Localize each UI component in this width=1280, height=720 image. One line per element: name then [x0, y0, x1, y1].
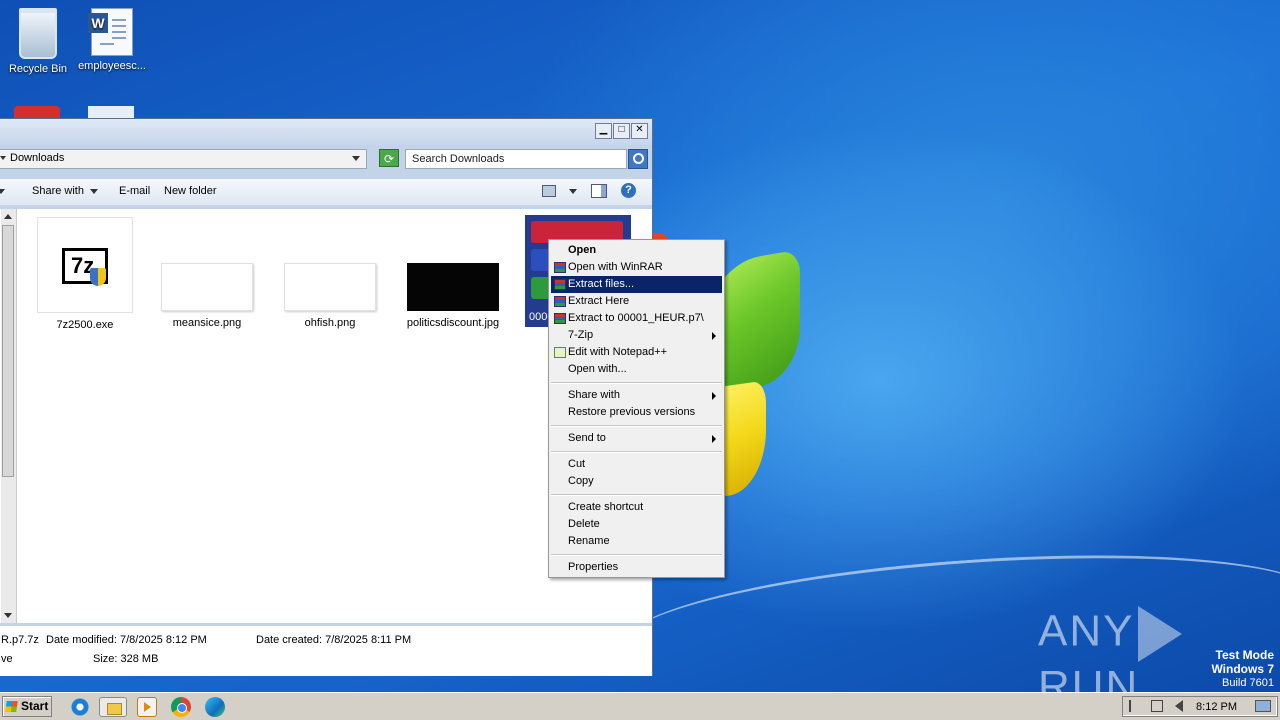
file-item-ohfish[interactable]: ohfish.png	[280, 217, 380, 329]
internet-explorer-icon[interactable]	[70, 697, 90, 717]
file-name: meansice.png	[172, 317, 242, 329]
menu-item-rename[interactable]: Rename	[551, 533, 722, 550]
help-icon[interactable]: ?	[621, 183, 636, 198]
menu-separator	[551, 425, 722, 427]
winrar-icon	[554, 262, 566, 273]
preview-pane-icon[interactable]	[591, 184, 607, 198]
menu-item-properties[interactable]: Properties	[551, 559, 722, 576]
desktop-icon-label: Recycle Bin	[8, 63, 68, 75]
clock[interactable]: 8:12 PM	[1196, 701, 1237, 713]
breadcrumb-downloads[interactable]: Downloads	[10, 152, 64, 164]
scroll-down-icon[interactable]	[4, 613, 12, 618]
chrome-icon[interactable]	[171, 697, 191, 717]
search-icon[interactable]	[628, 149, 648, 169]
share-with-button[interactable]: Share with	[32, 185, 98, 197]
menu-item-delete[interactable]: Delete	[551, 516, 722, 533]
menu-item-share-with[interactable]: Share with	[551, 387, 722, 404]
file-name: politicsdiscount.jpg	[406, 317, 500, 329]
menu-separator	[551, 554, 722, 556]
menu-separator	[551, 451, 722, 453]
menu-item-7zip[interactable]: 7-Zip	[551, 327, 722, 344]
submenu-arrow-icon	[712, 392, 716, 400]
menu-item-cut[interactable]: Cut	[551, 456, 722, 473]
menu-item-copy[interactable]: Copy	[551, 473, 722, 490]
folder-icon	[107, 703, 122, 715]
image-thumbnail	[284, 263, 376, 311]
image-thumbnail	[407, 263, 499, 311]
menu-item-extract-here[interactable]: Extract Here	[551, 293, 722, 310]
details-date-modified: Date modified: 7/8/2025 8:12 PM	[46, 634, 207, 646]
maximize-button[interactable]: □	[613, 123, 630, 139]
action-center-flag-icon[interactable]	[1129, 700, 1143, 712]
menu-item-open[interactable]: Open	[551, 242, 722, 259]
recycle-bin-icon	[19, 8, 57, 59]
show-desktop-icon[interactable]	[1255, 700, 1271, 712]
close-button[interactable]: ✕	[631, 123, 648, 139]
address-bar[interactable]: Downloads	[0, 149, 367, 169]
network-icon[interactable]	[1151, 700, 1163, 712]
winrar-icon	[554, 296, 566, 307]
organize-dropdown-arrow[interactable]	[0, 185, 5, 197]
winrar-icon	[554, 279, 566, 290]
address-bar-row: Downloads ⟳ Search Downloads	[0, 147, 652, 173]
menu-item-open-with[interactable]: Open with...	[551, 361, 722, 378]
menu-separator	[551, 382, 722, 384]
edge-icon[interactable]	[205, 697, 225, 717]
start-button[interactable]: Start	[2, 696, 52, 717]
scrollbar-thumb[interactable]	[2, 225, 14, 477]
menu-item-open-with-winrar[interactable]: Open with WinRAR	[551, 259, 722, 276]
file-name: ohfish.png	[304, 317, 356, 329]
file-item-politicsdiscount[interactable]: politicsdiscount.jpg	[403, 217, 503, 329]
address-dropdown-icon[interactable]	[352, 156, 360, 161]
breadcrumb-arrow-icon	[0, 156, 6, 160]
menu-item-edit-notepad[interactable]: Edit with Notepad++	[551, 344, 722, 361]
file-name: 7z2500.exe	[56, 319, 114, 331]
desktop-icon-label: employeesc...	[78, 60, 146, 72]
menu-item-extract-files[interactable]: Extract files...	[551, 276, 722, 293]
scroll-up-icon[interactable]	[4, 214, 12, 219]
word-document-icon: W	[88, 8, 133, 56]
view-dropdown-icon[interactable]	[569, 189, 577, 194]
details-file-type: ve	[1, 653, 13, 665]
desktop-icon-recycle-bin[interactable]: Recycle Bin	[0, 8, 76, 75]
menu-item-create-shortcut[interactable]: Create shortcut	[551, 499, 722, 516]
refresh-button[interactable]: ⟳	[379, 149, 399, 167]
details-file-name: R.p7.7z	[1, 634, 39, 646]
test-mode-notice: Test Mode Windows 7 Build 7601	[1211, 648, 1274, 689]
window-titlebar[interactable]	[0, 119, 652, 145]
submenu-arrow-icon	[712, 332, 716, 340]
explorer-taskbar-button[interactable]	[99, 697, 127, 717]
new-folder-button[interactable]: New folder	[164, 185, 217, 197]
volume-icon[interactable]	[1175, 700, 1187, 712]
file-item-7z2500[interactable]: 7z 7z2500.exe	[35, 217, 135, 331]
image-thumbnail	[161, 263, 253, 311]
context-menu: Open Open with WinRAR Extract files... E…	[548, 239, 725, 578]
winrar-icon	[554, 313, 566, 324]
menu-item-send-to[interactable]: Send to	[551, 430, 722, 447]
email-button[interactable]: E-mail	[119, 185, 150, 197]
menu-separator	[551, 494, 722, 496]
desktop-icon-word-document[interactable]: W employeesc...	[74, 8, 150, 72]
system-tray: 8:12 PM	[1122, 696, 1278, 717]
details-size: Size: 328 MB	[93, 653, 159, 665]
details-pane: R.p7.7z Date modified: 7/8/2025 8:12 PM …	[0, 625, 652, 676]
file-item-meansice[interactable]: meansice.png	[157, 217, 257, 329]
submenu-arrow-icon	[712, 435, 716, 443]
media-player-icon[interactable]	[137, 697, 157, 717]
menu-item-extract-to[interactable]: Extract to 00001_HEUR.p7\	[551, 310, 722, 327]
menu-item-restore-previous[interactable]: Restore previous versions	[551, 404, 722, 421]
7zip-installer-icon: 7z	[37, 217, 133, 313]
notepad-plus-plus-icon	[554, 347, 566, 358]
search-input[interactable]: Search Downloads	[405, 149, 627, 169]
minimize-button[interactable]: ▁	[595, 123, 612, 139]
command-bar: Share with E-mail New folder ?	[0, 179, 652, 205]
details-date-created: Date created: 7/8/2025 8:11 PM	[256, 634, 412, 646]
taskbar: Start 8:12 PM	[0, 692, 1280, 720]
change-view-icon[interactable]	[542, 185, 556, 197]
vertical-scrollbar[interactable]	[1, 209, 17, 623]
